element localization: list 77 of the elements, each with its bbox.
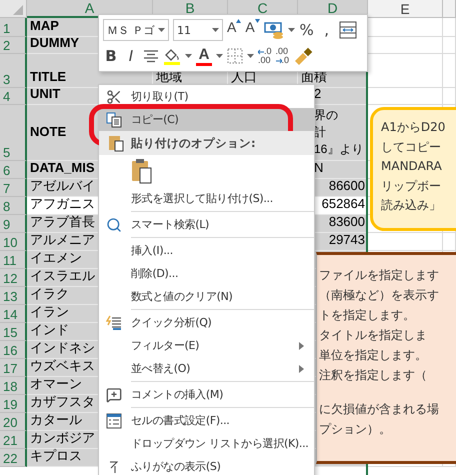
table-cell xyxy=(443,233,456,251)
note-text: （南極など）を表示す xyxy=(319,287,440,304)
table-cell xyxy=(443,18,456,37)
paste-icon[interactable] xyxy=(131,158,153,184)
column-width-icon[interactable] xyxy=(338,21,357,39)
row-header[interactable]: 1 xyxy=(0,18,27,37)
caret-icon[interactable] xyxy=(216,54,223,58)
select-all-icon xyxy=(13,5,23,15)
row-header[interactable]: 16 xyxy=(0,341,27,359)
row-header[interactable]: 19 xyxy=(0,395,27,413)
column-header[interactable]: A xyxy=(27,0,153,18)
fill-color-icon[interactable] xyxy=(163,47,181,65)
caret-icon[interactable] xyxy=(288,28,295,32)
row-header[interactable]: 5 xyxy=(0,105,27,161)
font-color-button[interactable]: A xyxy=(196,46,212,66)
format-painter-icon[interactable] xyxy=(293,47,314,65)
note-text: リップボー xyxy=(381,178,442,194)
increase-font-button[interactable]: A xyxy=(227,19,242,41)
note-text: に欠損値が含まれる場 xyxy=(319,401,440,418)
row-header[interactable]: 21 xyxy=(0,431,27,449)
font-size-field[interactable]: 11 xyxy=(173,19,223,41)
row-header[interactable]: 10 xyxy=(0,233,27,251)
row-header[interactable]: 7 xyxy=(0,179,27,197)
column-header[interactable]: E xyxy=(368,0,443,18)
row-header[interactable]: 17 xyxy=(0,359,27,377)
decrease-font-button[interactable]: A xyxy=(245,19,260,41)
note-text: タイトルを指定しま xyxy=(319,327,428,344)
clipboard-icon xyxy=(108,134,124,152)
menu-section-header: 貼り付けのオプション: xyxy=(99,131,314,155)
table-cell xyxy=(443,88,456,105)
row-header[interactable]: 14 xyxy=(0,305,27,323)
arrow-icon xyxy=(258,48,264,54)
note-text: 注釈を指定します（ xyxy=(319,367,428,384)
row-header[interactable]: 11 xyxy=(0,251,27,269)
borders-icon[interactable] xyxy=(227,48,243,64)
format-cells-icon xyxy=(106,413,122,429)
note-text: 読み込み」 xyxy=(381,197,442,214)
row-header[interactable]: 20 xyxy=(0,413,27,431)
row-header[interactable]: 8 xyxy=(0,197,27,215)
row-header[interactable]: 9 xyxy=(0,215,27,233)
search-icon xyxy=(106,217,122,233)
furigana-icon xyxy=(107,460,121,474)
note-text: してコピー xyxy=(381,138,442,156)
accounting-format-icon[interactable] xyxy=(264,21,284,39)
note-text: プション）。 xyxy=(319,421,392,438)
caret-icon[interactable] xyxy=(185,54,192,58)
arrow-icon xyxy=(276,58,282,64)
align-center-icon[interactable] xyxy=(143,49,159,63)
row-header[interactable]: 22 xyxy=(0,449,27,467)
note-text: A1からD20 xyxy=(381,119,446,136)
table-cell xyxy=(443,37,456,54)
scissors-icon xyxy=(106,89,122,105)
caret-icon[interactable] xyxy=(212,28,219,32)
row-header[interactable]: 4 xyxy=(0,88,27,105)
note-text: 単位を指定します。 xyxy=(319,347,428,364)
number-format-button[interactable]: , xyxy=(318,19,335,41)
copy-icon xyxy=(106,112,122,128)
quick-analysis-icon xyxy=(106,315,122,331)
caret-icon[interactable] xyxy=(158,28,165,32)
row-header[interactable]: 18 xyxy=(0,377,27,395)
note-text: MANDARA xyxy=(381,158,443,175)
row-header[interactable]: 2 xyxy=(0,37,27,54)
note-text: トを指定します。 xyxy=(319,307,416,324)
table-cell xyxy=(443,54,456,88)
row-header[interactable]: 13 xyxy=(0,287,27,305)
row-header[interactable]: 3 xyxy=(0,54,27,88)
number-format-button[interactable]: % xyxy=(298,19,315,41)
row-header[interactable]: 6 xyxy=(0,161,27,179)
note-text: ファイルを指定します xyxy=(319,267,440,284)
comment-add-icon xyxy=(106,387,122,403)
menu-item[interactable]: コピー(C) xyxy=(99,108,314,131)
row-header[interactable]: 12 xyxy=(0,269,27,287)
row-header[interactable]: 15 xyxy=(0,323,27,341)
font-name-field[interactable]: ＭＳ Ｐゴ xyxy=(103,19,169,41)
caret-icon[interactable] xyxy=(247,54,254,58)
submenu-arrow-icon xyxy=(299,364,304,372)
submenu-arrow-icon xyxy=(299,342,304,350)
